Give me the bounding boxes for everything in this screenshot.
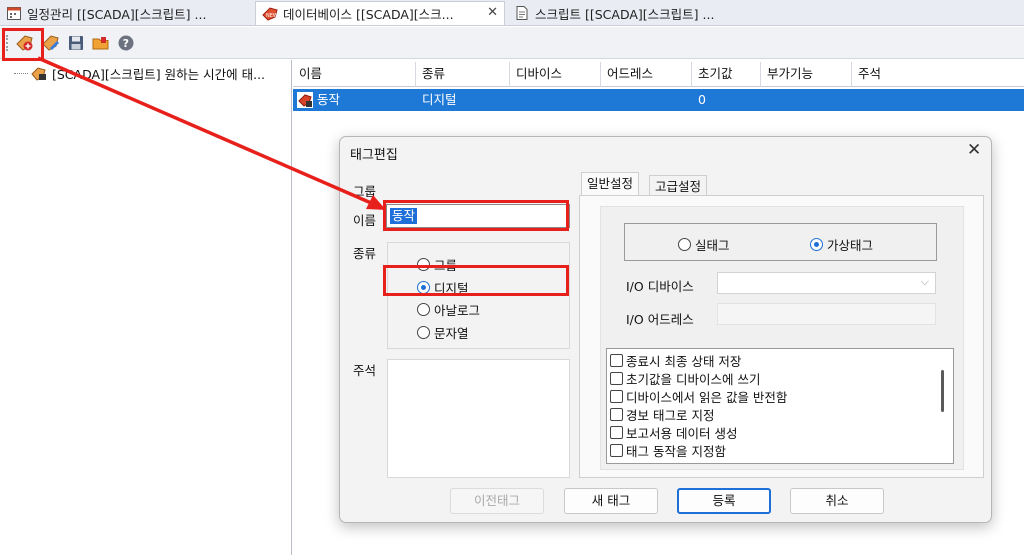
close-icon[interactable]: ✕ <box>967 140 981 160</box>
option-checkbox[interactable]: 태그 동작을 지정함 <box>610 441 726 460</box>
checkbox-icon <box>610 426 623 439</box>
option-checkbox[interactable]: 보고서용 데이터 생성 <box>610 423 737 442</box>
option-checkbox[interactable]: 종료시 최종 상태 저장 <box>610 351 741 370</box>
option-label: 초기값을 디바이스에 쓰기 <box>626 372 761 387</box>
script-icon <box>516 6 528 20</box>
open-folder-icon[interactable] <box>92 34 110 52</box>
virtual-tag-radio[interactable]: 가상태그 <box>810 235 873 254</box>
radio-label: 아날로그 <box>434 303 481 318</box>
option-label: 디바이스에서 읽은 값을 반전함 <box>626 390 788 405</box>
svg-text:?: ? <box>123 37 129 50</box>
option-label: 보고서용 데이터 생성 <box>626 426 738 441</box>
annotation-highlight-name <box>383 200 569 231</box>
tree-item[interactable]: [SCADA][스크립트] 원하는 시간에 태... <box>14 64 265 83</box>
dialog-title: 태그편집 <box>350 148 398 163</box>
save-icon[interactable] <box>67 34 85 52</box>
tab-label: 일정관리 [[SCADA][스크립트] ... <box>27 6 207 22</box>
option-checkbox[interactable]: 경보 태그로 지정 <box>610 405 714 424</box>
option-checkbox[interactable]: 디바이스에서 읽은 값을 반전함 <box>610 387 787 406</box>
option-label: 종료시 최종 상태 저장 <box>626 354 742 369</box>
column-header-initial[interactable]: 초기값 <box>692 62 761 87</box>
cell-initial: 0 <box>698 92 706 107</box>
tab-script[interactable]: 스크립트 [[SCADA][스크립트] ... <box>508 1 758 25</box>
checkbox-icon <box>610 354 623 367</box>
new-tag-icon: NEW <box>262 6 278 21</box>
cell-type: 디지털 <box>422 92 457 107</box>
checkbox-icon <box>610 372 623 385</box>
annotation-highlight-toolbar <box>2 28 44 61</box>
tab-database[interactable]: NEW 데이터베이스 [[SCADA][스크... ✕ <box>255 1 505 25</box>
toolbar: ? <box>0 27 1024 59</box>
tab-schedule[interactable]: 일정관리 [[SCADA][스크립트] ... <box>0 1 252 25</box>
io-address-label: I/O 어드레스 <box>626 312 694 327</box>
options-list: 종료시 최종 상태 저장 초기값을 디바이스에 쓰기 디바이스에서 읽은 값을 … <box>606 348 954 464</box>
digital-tag-icon <box>297 92 313 108</box>
name-label: 이름 <box>353 213 377 228</box>
tab-advanced[interactable]: 고급설정 <box>649 175 708 197</box>
cell-name: 동작 <box>317 92 341 107</box>
options-scrollbar[interactable] <box>941 370 944 412</box>
tag-kind-group: 실태그 가상태그 <box>624 223 937 261</box>
help-icon[interactable]: ? <box>117 34 135 52</box>
radio-icon <box>417 303 430 316</box>
tag-group-tree: [SCADA][스크립트] 원하는 시간에 태... <box>0 60 292 555</box>
note-textarea[interactable] <box>387 359 570 478</box>
table-row[interactable]: 동작 디지털 0 <box>293 89 1024 111</box>
annotation-highlight-digital <box>383 265 569 296</box>
close-icon[interactable]: ✕ <box>487 5 498 20</box>
group-label: 그룹 <box>353 184 377 199</box>
radio-icon <box>678 238 691 251</box>
radio-label: 문자열 <box>434 326 469 341</box>
tree-connector <box>14 73 28 74</box>
io-address-field[interactable] <box>717 303 936 325</box>
tab-label: 스크립트 [[SCADA][스크립트] ... <box>535 6 715 22</box>
column-header-address[interactable]: 어드레스 <box>601 62 692 87</box>
option-checkbox[interactable]: 초기값을 디바이스에 쓰기 <box>610 369 760 388</box>
calendar-icon <box>7 7 21 20</box>
type-radio-string[interactable]: 문자열 <box>417 323 469 342</box>
column-header-extra[interactable]: 부가기능 <box>761 62 852 87</box>
svg-text:NEW: NEW <box>266 13 278 19</box>
checkbox-icon <box>610 390 623 403</box>
radio-label: 실태그 <box>695 238 730 253</box>
prev-tag-button[interactable]: 이전태그 <box>450 488 544 514</box>
edit-tag-icon[interactable] <box>42 34 60 52</box>
radio-label: 가상태그 <box>827 238 874 253</box>
note-label: 주석 <box>353 363 377 378</box>
column-header-device[interactable]: 디바이스 <box>510 62 601 87</box>
table-header: 이름 종류 디바이스 어드레스 초기값 부가기능 주석 <box>293 62 1024 87</box>
type-label: 종류 <box>353 246 377 261</box>
type-radio-analog[interactable]: 아날로그 <box>417 300 480 319</box>
tree-item-label: [SCADA][스크립트] 원하는 시간에 태... <box>52 67 266 82</box>
radio-selected-icon <box>810 238 823 251</box>
tab-label: 데이터베이스 [[SCADA][스크... <box>283 7 454 22</box>
tag-edit-dialog: 태그편집 ✕ 그룹 이름 동작 종류 그룹 디지털 아날로그 문자열 주석 일반… <box>339 136 992 523</box>
column-header-name[interactable]: 이름 <box>293 62 416 87</box>
tab-general[interactable]: 일반설정 <box>581 172 640 196</box>
option-label: 경보 태그로 지정 <box>626 408 715 423</box>
new-tag-button[interactable]: 새 태그 <box>564 488 658 514</box>
io-device-label: I/O 디바이스 <box>626 279 694 294</box>
cancel-button[interactable]: 취소 <box>790 488 884 514</box>
io-device-dropdown[interactable]: ⌵ <box>717 272 936 294</box>
checkbox-icon <box>610 408 623 421</box>
document-tab-bar: 일정관리 [[SCADA][스크립트] ... NEW 데이터베이스 [[SCA… <box>0 0 1024 26</box>
radio-icon <box>417 326 430 339</box>
real-tag-radio[interactable]: 실태그 <box>678 235 730 254</box>
chevron-down-icon: ⌵ <box>920 275 929 288</box>
tag-group-icon <box>31 66 46 81</box>
checkbox-icon <box>610 444 623 457</box>
register-button[interactable]: 등록 <box>677 488 771 514</box>
column-header-note[interactable]: 주석 <box>852 62 1024 87</box>
column-header-type[interactable]: 종류 <box>416 62 510 87</box>
option-label: 태그 동작을 지정함 <box>626 444 726 459</box>
